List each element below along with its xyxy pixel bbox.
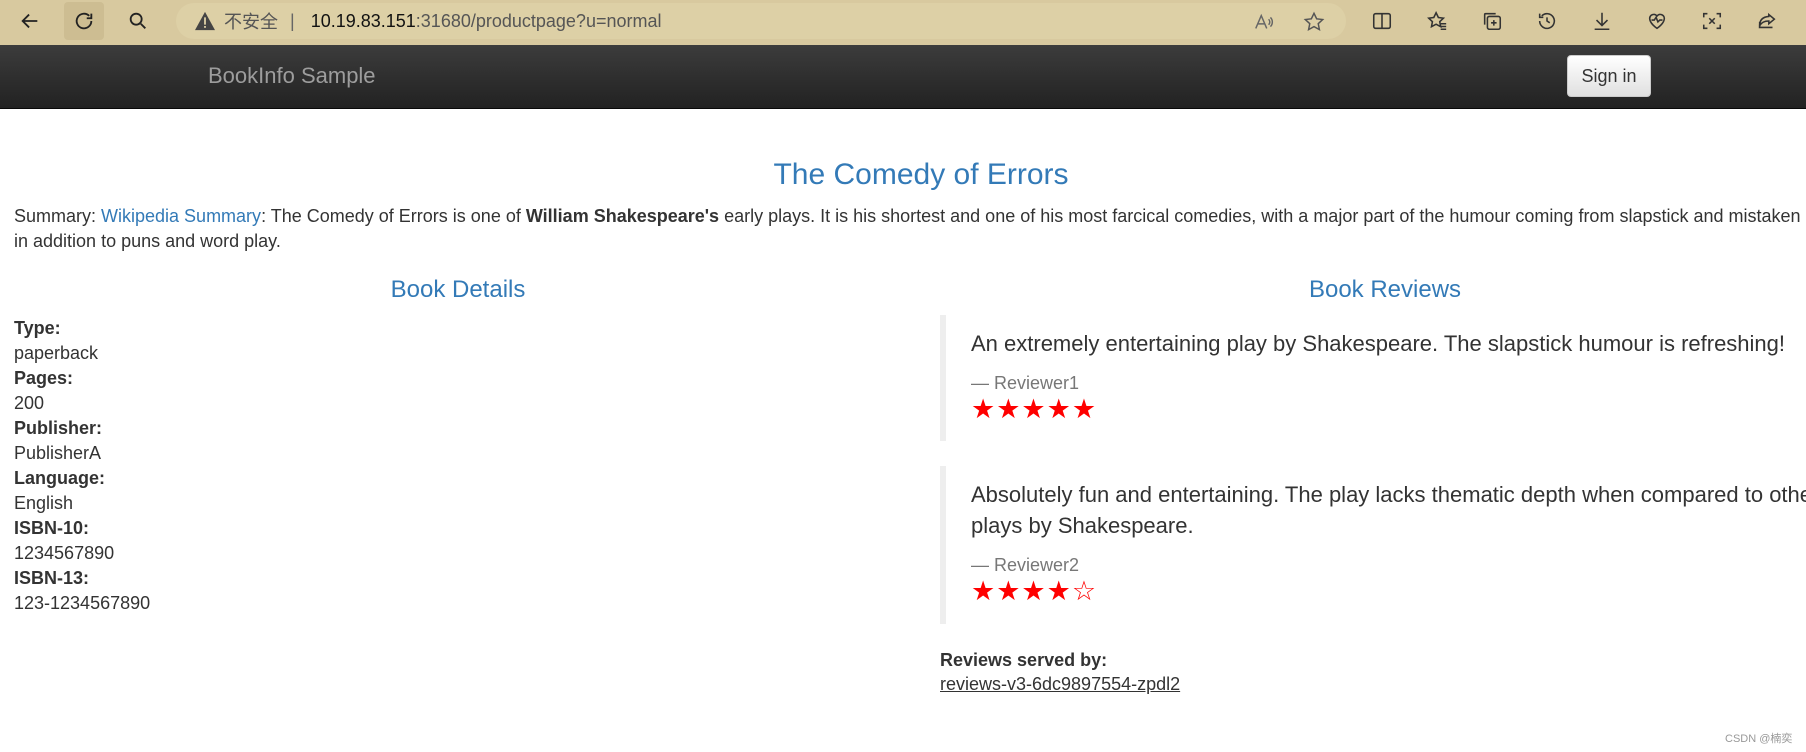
- summary-text-1: : The Comedy of Errors is one of: [261, 206, 526, 226]
- review-card: An extremely entertaining play by Shakes…: [940, 315, 1806, 441]
- share-icon: [1758, 12, 1776, 29]
- detail-value-isbn13: 123-1234567890: [14, 593, 151, 613]
- detail-label-publisher: Publisher:: [14, 418, 103, 438]
- favorite-star-icon[interactable]: [1302, 10, 1326, 34]
- book-details-list: Type: paperback Pages: 200 Publisher: Pu…: [14, 316, 150, 616]
- download-icon: [1594, 12, 1610, 31]
- book-summary: Summary: Wikipedia Summary: The Comedy o…: [14, 204, 1806, 254]
- back-button[interactable]: [10, 2, 50, 40]
- summary-text-3: in addition to puns and word play.: [14, 231, 281, 251]
- book-reviews-heading: Book Reviews: [1308, 276, 1462, 303]
- detail-label-pages: Pages:: [14, 368, 74, 388]
- star-rating: ★★★★☆: [971, 576, 1098, 606]
- detail-value-language: English: [14, 493, 74, 513]
- share-button[interactable]: [1753, 7, 1781, 35]
- favorites-icon: [1427, 10, 1447, 31]
- health-icon: [1648, 13, 1666, 30]
- favorites-button[interactable]: [1423, 7, 1451, 35]
- history-icon: [1538, 12, 1556, 30]
- wikipedia-summary-link[interactable]: Wikipedia Summary: [101, 206, 261, 226]
- url-path: :31680/productpage?u=normal: [415, 10, 662, 31]
- split-screen-icon: [1372, 12, 1392, 30]
- book-title: The Comedy of Errors: [773, 158, 1069, 191]
- book-details-heading: Book Details: [390, 276, 526, 303]
- refresh-icon: [75, 12, 93, 30]
- health-button[interactable]: [1643, 7, 1671, 35]
- security-label[interactable]: 不安全: [224, 8, 278, 34]
- collections-icon: [1483, 12, 1502, 31]
- review-card: Absolutely fun and entertaining. The pla…: [940, 466, 1806, 624]
- detail-value-pages: 200: [14, 393, 45, 413]
- history-button[interactable]: [1533, 7, 1561, 35]
- warning-icon: [194, 11, 216, 31]
- detail-value-publisher: PublisherA: [14, 443, 102, 463]
- reviews-served-by-value[interactable]: reviews-v3-6dc9897554-zpdl2: [940, 674, 1180, 695]
- star-rating: ★★★★★: [971, 394, 1098, 424]
- review-author: — Reviewer1: [971, 373, 1080, 393]
- split-screen-button[interactable]: [1368, 7, 1396, 35]
- download-button[interactable]: [1588, 7, 1616, 35]
- brand-link[interactable]: BookInfo Sample: [208, 63, 376, 89]
- detail-label-isbn10: ISBN-10:: [14, 518, 90, 538]
- reviews-served-by-label: Reviews served by:: [940, 650, 1108, 670]
- refresh-button[interactable]: [64, 2, 104, 40]
- detail-value-isbn10: 1234567890: [14, 543, 115, 563]
- screenshot-button[interactable]: [1698, 7, 1726, 35]
- review-author: — Reviewer2: [971, 555, 1080, 575]
- sign-in-button[interactable]: Sign in: [1567, 55, 1651, 97]
- app-navbar: BookInfo Sample Sign in: [0, 45, 1806, 109]
- browser-toolbar: 不安全 | 10.19.83.151:31680/productpage?u=n…: [0, 0, 1806, 45]
- review-text: An extremely entertaining play by Shakes…: [971, 331, 1786, 356]
- summary-bold-author: William Shakespeare's: [525, 206, 720, 226]
- summary-text-2: early plays. It is his shortest and one …: [719, 206, 1806, 226]
- address-separator: |: [290, 10, 295, 31]
- address-bar[interactable]: 不安全 | 10.19.83.151:31680/productpage?u=n…: [176, 3, 1346, 39]
- search-icon: [129, 12, 146, 29]
- detail-label-isbn13: ISBN-13:: [14, 568, 90, 588]
- back-icon: [21, 13, 38, 29]
- review-text: Absolutely fun and entertaining. The pla…: [971, 482, 1806, 538]
- read-aloud-icon[interactable]: [1252, 10, 1276, 34]
- summary-label: Summary:: [14, 206, 102, 226]
- detail-label-type: Type:: [14, 318, 61, 338]
- collections-button[interactable]: [1478, 7, 1506, 35]
- watermark: CSDN @楠奕: [1725, 733, 1793, 745]
- detail-label-language: Language:: [14, 468, 106, 488]
- screenshot-icon: [1702, 12, 1722, 30]
- url-host: 10.19.83.151: [310, 10, 416, 31]
- search-button[interactable]: [118, 2, 158, 40]
- detail-value-type: paperback: [14, 343, 99, 363]
